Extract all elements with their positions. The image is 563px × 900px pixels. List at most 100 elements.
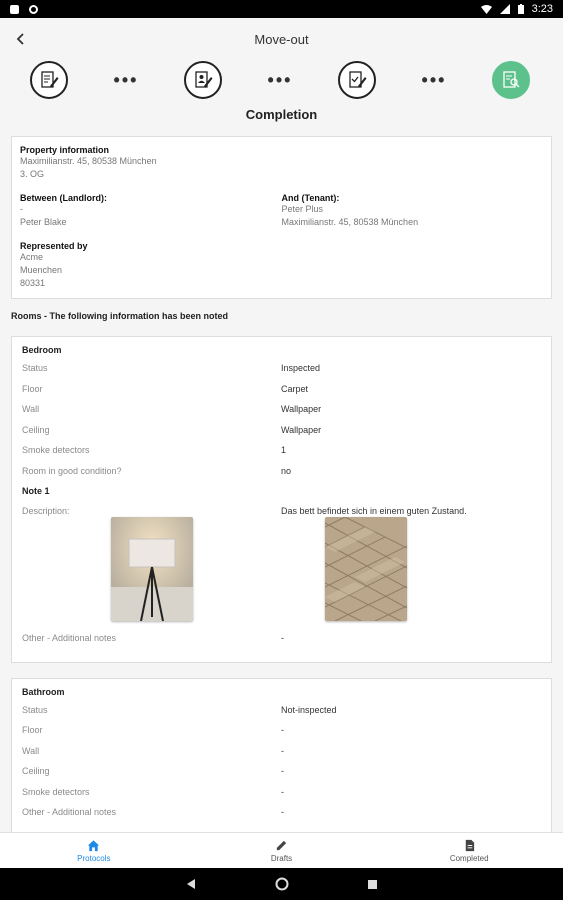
nav-protocols[interactable]: Protocols bbox=[0, 833, 188, 868]
row-value: no bbox=[281, 465, 292, 476]
row-label: Ceiling bbox=[22, 424, 50, 435]
row-value: Carpet bbox=[281, 383, 309, 394]
row-value: Not-inspected bbox=[281, 704, 337, 715]
rooms-heading: Rooms - The following information has be… bbox=[11, 311, 228, 321]
row-label: Ceiling bbox=[22, 766, 50, 776]
description-label: Description: bbox=[22, 506, 70, 516]
represented-heading: Represented by bbox=[20, 241, 88, 251]
parties-row: Between (Landlord): - Peter Blake And (T… bbox=[20, 193, 543, 229]
note-photos bbox=[22, 517, 541, 629]
tenant-name: Peter Plus bbox=[281, 204, 324, 214]
page-title: Completion bbox=[245, 107, 318, 122]
status-bar: 3:23 bbox=[0, 0, 563, 18]
description-row: Description: Das bett befindet sich in e… bbox=[22, 506, 541, 517]
pencil-icon bbox=[276, 840, 287, 850]
system-home-button[interactable] bbox=[275, 877, 289, 891]
document-icon bbox=[465, 839, 474, 851]
row-value: - bbox=[281, 745, 284, 756]
rep-line2: Muenchen bbox=[20, 265, 63, 275]
document-check-icon bbox=[349, 71, 367, 88]
property-info-card: Property information Maximilianstr. 45, … bbox=[11, 136, 552, 299]
row-label: Status bbox=[22, 704, 48, 715]
back-button[interactable] bbox=[8, 26, 34, 52]
property-floor: 3. OG bbox=[20, 169, 45, 179]
photo-slot bbox=[22, 517, 281, 629]
step-2[interactable] bbox=[184, 61, 222, 99]
row-value: Wallpaper bbox=[281, 424, 322, 435]
step-separator: ••• bbox=[267, 69, 293, 90]
room-card-bathroom: Bathroom Status Not-inspected Floor - Wall… bbox=[11, 677, 552, 832]
step-3[interactable] bbox=[338, 61, 376, 99]
room-name: Bedroom bbox=[22, 345, 62, 355]
detail-row: Room in good condition? no bbox=[22, 466, 541, 487]
property-heading: Property information bbox=[20, 145, 110, 155]
detail-row: Ceiling - bbox=[22, 766, 541, 787]
detail-row: Status Inspected bbox=[22, 363, 541, 384]
sim-card-icon bbox=[10, 4, 19, 14]
description-value: Das bett befindet sich in einem guten Zu… bbox=[281, 506, 467, 516]
detail-row: Floor Carpet bbox=[22, 384, 541, 405]
tenant-block: And (Tenant): Peter Plus Maximilianstr. … bbox=[282, 193, 544, 229]
detail-row: Smoke detectors - bbox=[22, 787, 541, 808]
detail-row: Other - Additional notes - bbox=[22, 807, 541, 828]
step-1[interactable] bbox=[30, 61, 68, 99]
detail-row: Other - Additional notes - bbox=[22, 633, 541, 654]
landlord-name: Peter Blake bbox=[20, 217, 67, 227]
represented-block: Represented by Acme Muenchen 80331 bbox=[20, 241, 543, 290]
room-name: Bathroom bbox=[22, 686, 65, 697]
row-value: Inspected bbox=[281, 363, 321, 373]
circle-home-icon bbox=[275, 877, 289, 891]
photo-slot bbox=[281, 517, 451, 629]
tenant-address: Maximilianstr. 45, 80538 München bbox=[281, 217, 419, 227]
rep-line3: 80331 bbox=[20, 278, 46, 288]
detail-row: Floor - bbox=[22, 725, 541, 746]
room-card-bedroom: Bedroom Status Inspected Floor Carpet Wall… bbox=[11, 336, 552, 663]
nav-drafts[interactable]: Drafts bbox=[188, 833, 376, 868]
app-bar: Move-out bbox=[0, 18, 563, 60]
row-value: 1 bbox=[281, 445, 287, 455]
detail-row: Wall - bbox=[22, 746, 541, 767]
property-address: Maximilianstr. 45, 80538 München bbox=[20, 156, 157, 166]
system-recents-button[interactable] bbox=[367, 879, 378, 890]
square-recents-icon bbox=[368, 879, 377, 889]
detail-row: Ceiling Wallpaper bbox=[22, 425, 541, 446]
step-4-completion[interactable] bbox=[492, 61, 530, 99]
floor-photo[interactable] bbox=[325, 517, 407, 621]
protocol-content[interactable]: Property information Maximilianstr. 45, … bbox=[0, 136, 563, 832]
battery-icon bbox=[517, 4, 524, 14]
row-label: Status bbox=[22, 363, 48, 373]
rep-line1: Acme bbox=[20, 252, 44, 262]
triangle-back-icon bbox=[187, 879, 195, 889]
row-label: Smoke detectors bbox=[22, 786, 90, 797]
row-label: Other - Additional notes bbox=[22, 633, 117, 643]
system-navigation-bar bbox=[0, 868, 563, 900]
row-label: Wall bbox=[22, 745, 40, 756]
row-label: Wall bbox=[22, 404, 40, 414]
clock: 3:23 bbox=[531, 3, 553, 15]
wifi-icon bbox=[480, 5, 492, 14]
tenant-heading: And (Tenant): bbox=[281, 193, 340, 203]
detail-row: Smoke detectors 1 bbox=[22, 445, 541, 466]
detail-row: Status Not-inspected bbox=[22, 705, 541, 726]
row-label: Floor bbox=[22, 725, 43, 735]
document-edit-icon bbox=[41, 71, 59, 88]
row-value: - bbox=[281, 766, 284, 776]
row-value: - bbox=[281, 807, 284, 817]
document-search-icon bbox=[503, 71, 520, 88]
row-label: Smoke detectors bbox=[22, 445, 90, 455]
nav-completed[interactable]: Completed bbox=[375, 833, 563, 868]
chevron-left-icon bbox=[16, 33, 24, 45]
system-back-button[interactable] bbox=[185, 878, 197, 890]
row-label: Other - Additional notes bbox=[22, 807, 117, 817]
bottom-navigation: Protocols Drafts Completed bbox=[0, 832, 563, 868]
document-person-icon bbox=[195, 71, 213, 88]
row-label: Room in good condition? bbox=[22, 465, 122, 476]
row-value: - bbox=[281, 786, 284, 797]
step-separator: ••• bbox=[421, 69, 447, 90]
nav-label: Drafts bbox=[270, 853, 293, 863]
note-title: Note 1 bbox=[22, 486, 50, 496]
progress-stepper: ••• ••• ••• bbox=[0, 60, 563, 100]
lamp-photo[interactable] bbox=[110, 517, 193, 621]
step-separator: ••• bbox=[113, 69, 139, 90]
row-value: - bbox=[281, 725, 284, 735]
